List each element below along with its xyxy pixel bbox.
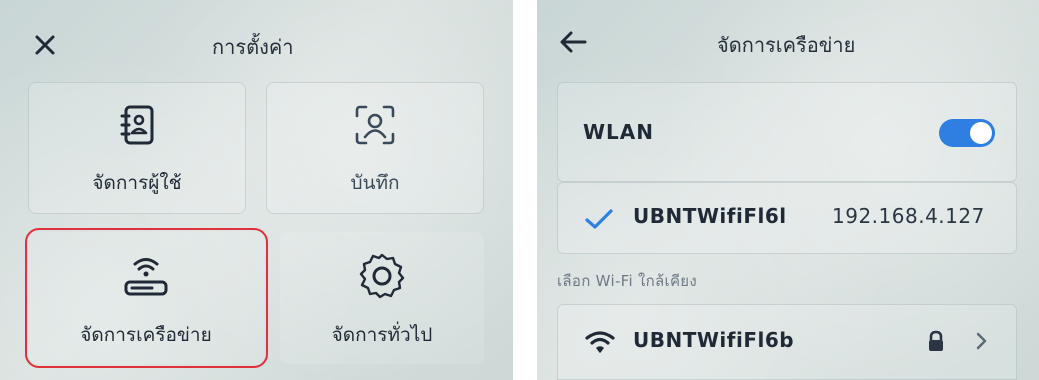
tile-label-user-management: จัดการผู้ใช้: [92, 172, 182, 194]
user-contact-book-icon: [119, 104, 155, 146]
gear-icon: [358, 252, 406, 300]
page-title: การตั้งค่า: [212, 35, 294, 59]
tile-label-records: บันทึก: [350, 172, 400, 194]
nearby-network-row[interactable]: UBNTWifiFl6b: [557, 304, 1017, 380]
settings-screen: การตั้งค่า จัดการผู้ใช้ บันทึก จัดการเคร…: [0, 0, 513, 380]
connected-ip: 192.168.4.127: [832, 204, 985, 228]
lock-icon: [927, 330, 945, 352]
face-scan-icon: [354, 104, 396, 146]
network-management-tile[interactable]: จัดการเครือข่าย: [28, 232, 264, 364]
back-arrow-icon[interactable]: [559, 30, 587, 54]
wlan-toggle[interactable]: [939, 119, 995, 147]
tile-label-general-management: จัดการทั่วไป: [331, 324, 433, 346]
connected-network-row[interactable]: UBNTWifiFl6l 192.168.4.127: [557, 182, 1017, 254]
chevron-right-icon[interactable]: [975, 332, 987, 350]
general-management-tile[interactable]: จัดการทั่วไป: [280, 232, 484, 364]
panel-divider: [513, 0, 537, 380]
check-icon: [585, 208, 613, 230]
nearby-ssid: UBNTWifiFl6b: [633, 328, 795, 352]
page-title: จัดการเครือข่าย: [717, 33, 856, 57]
wlan-row: WLAN: [557, 82, 1017, 182]
nearby-section-label: เลือก Wi-Fi ใกล้เคียง: [557, 272, 698, 290]
network-screen: จัดการเครือข่าย WLAN UBNTWifiFl6l 192.16…: [537, 0, 1039, 380]
user-management-tile[interactable]: จัดการผู้ใช้: [28, 82, 246, 214]
close-icon[interactable]: [33, 33, 57, 57]
wifi-router-icon: [122, 252, 170, 300]
wifi-signal-icon: [585, 330, 615, 354]
connected-ssid: UBNTWifiFl6l: [633, 204, 787, 228]
wlan-label: WLAN: [583, 120, 655, 144]
toggle-knob: [970, 122, 992, 144]
tile-label-network-management: จัดการเครือข่าย: [80, 324, 212, 346]
records-tile[interactable]: บันทึก: [266, 82, 484, 214]
